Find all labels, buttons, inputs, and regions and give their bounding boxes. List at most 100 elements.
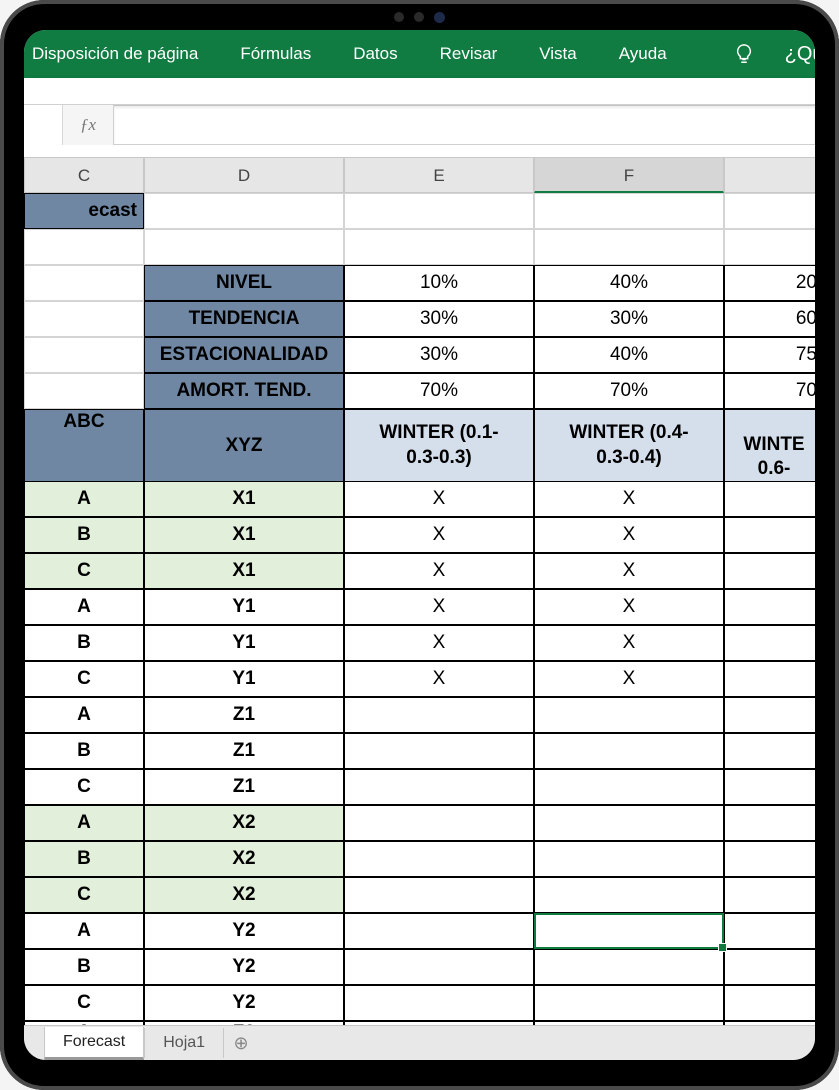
empty-cell[interactable] [724,229,815,265]
param-value-partial[interactable]: 75 [724,337,815,373]
table-row-e[interactable]: X [344,625,534,661]
table-header-winter-3-partial[interactable]: WINTE0.6- [724,409,815,483]
table-row-abc[interactable]: B [24,841,144,877]
table-row-xyz[interactable]: X1 [144,481,344,517]
column-header[interactable] [724,157,815,193]
table-row-abc[interactable]: B [24,733,144,769]
fx-icon[interactable]: ƒx [62,105,113,145]
table-row-f[interactable] [534,949,724,985]
table-row-xyz[interactable]: Y2 [144,949,344,985]
param-value[interactable]: 40% [534,265,724,301]
table-row-abc[interactable]: A [24,913,144,949]
column-header[interactable]: E [344,157,534,193]
table-row-g-partial[interactable] [724,625,815,661]
add-sheet-button[interactable]: ⊕ [224,1033,258,1054]
ribbon-tab-review[interactable]: Revisar [434,44,504,64]
table-row-g-partial[interactable] [724,553,815,589]
empty-cell[interactable] [344,229,534,265]
table-row-f[interactable] [534,877,724,913]
table-row-e[interactable] [344,805,534,841]
param-value[interactable]: 10% [344,265,534,301]
table-row-g-partial[interactable] [724,661,815,697]
table-row-g-partial[interactable] [724,589,815,625]
ribbon-tab-data[interactable]: Datos [347,44,403,64]
table-row-f[interactable]: X [534,661,724,697]
table-row-xyz[interactable]: Y1 [144,589,344,625]
empty-cell[interactable] [724,193,815,229]
grid[interactable]: CDEFecastNIVEL10%40%20TENDENCIA30%30%60E… [24,157,815,1025]
param-value-partial[interactable]: 70 [724,373,815,409]
table-row-xyz[interactable]: Z1 [144,769,344,805]
table-row-g-partial[interactable] [724,877,815,913]
table-row-f[interactable] [534,841,724,877]
ribbon-tab-view[interactable]: Vista [533,44,583,64]
empty-cell[interactable] [344,193,534,229]
empty-cell[interactable] [24,229,144,265]
ribbon-tab-help[interactable]: Ayuda [613,44,673,64]
table-row-e[interactable] [344,913,534,949]
table-row-f[interactable] [534,697,724,733]
table-row-g-partial[interactable] [724,805,815,841]
table-row-g-partial[interactable] [724,985,815,1021]
table-header-xyz[interactable]: XYZ [144,409,344,483]
table-row-abc[interactable]: C [24,769,144,805]
table-row-e[interactable]: X [344,481,534,517]
param-value[interactable]: 70% [344,373,534,409]
table-row-abc[interactable]: C [24,553,144,589]
empty-cell[interactable] [144,193,344,229]
table-row-g-partial[interactable] [724,769,815,805]
table-row-g-partial[interactable] [724,841,815,877]
empty-cell[interactable] [534,229,724,265]
table-row-f[interactable]: X [534,553,724,589]
table-row-e[interactable] [344,769,534,805]
table-row-abc[interactable]: A [24,697,144,733]
table-row-abc[interactable]: C [24,661,144,697]
table-row-xyz[interactable]: Z1 [144,697,344,733]
table-row-xyz[interactable]: X2 [144,877,344,913]
sheet-tab-forecast[interactable]: Forecast [44,1027,144,1060]
table-row-e[interactable]: X [344,661,534,697]
table-row-xyz[interactable]: X2 [144,841,344,877]
table-row-g-partial[interactable] [724,481,815,517]
table-row-g-partial[interactable] [724,913,815,949]
param-value-partial[interactable]: 20 [724,265,815,301]
table-row-f[interactable]: X [534,625,724,661]
param-value[interactable]: 30% [344,301,534,337]
param-value[interactable]: 30% [534,301,724,337]
table-row-e[interactable] [344,985,534,1021]
table-row-abc[interactable]: B [24,517,144,553]
table-row-f[interactable]: X [534,517,724,553]
param-label[interactable]: NIVEL [144,265,344,301]
param-label[interactable]: ESTACIONALIDAD [144,337,344,373]
tell-me-bulb-icon[interactable] [733,43,755,65]
table-row-xyz[interactable]: Y2 [144,985,344,1021]
table-row-e[interactable]: X [344,553,534,589]
table-header-winter-2[interactable]: WINTER (0.4-0.3-0.4) [534,409,724,483]
table-row-xyz[interactable]: X1 [144,517,344,553]
table-row-e[interactable] [344,877,534,913]
table-row-xyz[interactable]: Y1 [144,625,344,661]
sheet-area[interactable]: CDEFecastNIVEL10%40%20TENDENCIA30%30%60E… [24,157,815,1025]
column-header[interactable]: D [144,157,344,193]
table-row-abc[interactable]: A [24,589,144,625]
param-value[interactable]: 40% [534,337,724,373]
title-fragment[interactable]: ecast [24,193,144,229]
table-row-g-partial[interactable] [724,697,815,733]
table-row-abc[interactable]: C [24,985,144,1021]
column-header[interactable]: C [24,157,144,193]
param-label[interactable]: TENDENCIA [144,301,344,337]
formula-input[interactable] [113,105,815,145]
ribbon-tab-page-layout[interactable]: Disposición de página [26,44,204,64]
table-row-f[interactable]: X [534,481,724,517]
table-row-e[interactable]: X [344,589,534,625]
table-row-xyz[interactable]: Y1 [144,661,344,697]
table-header-abc[interactable]: ABC [24,409,144,483]
table-row-f[interactable] [534,985,724,1021]
table-row-xyz[interactable]: Z1 [144,733,344,769]
param-value-partial[interactable]: 60 [724,301,815,337]
collapsed-ribbon-strip[interactable] [24,78,815,105]
table-row-abc[interactable]: A [24,805,144,841]
empty-cell[interactable] [24,301,144,337]
table-row-f[interactable] [534,805,724,841]
empty-cell[interactable] [24,337,144,373]
